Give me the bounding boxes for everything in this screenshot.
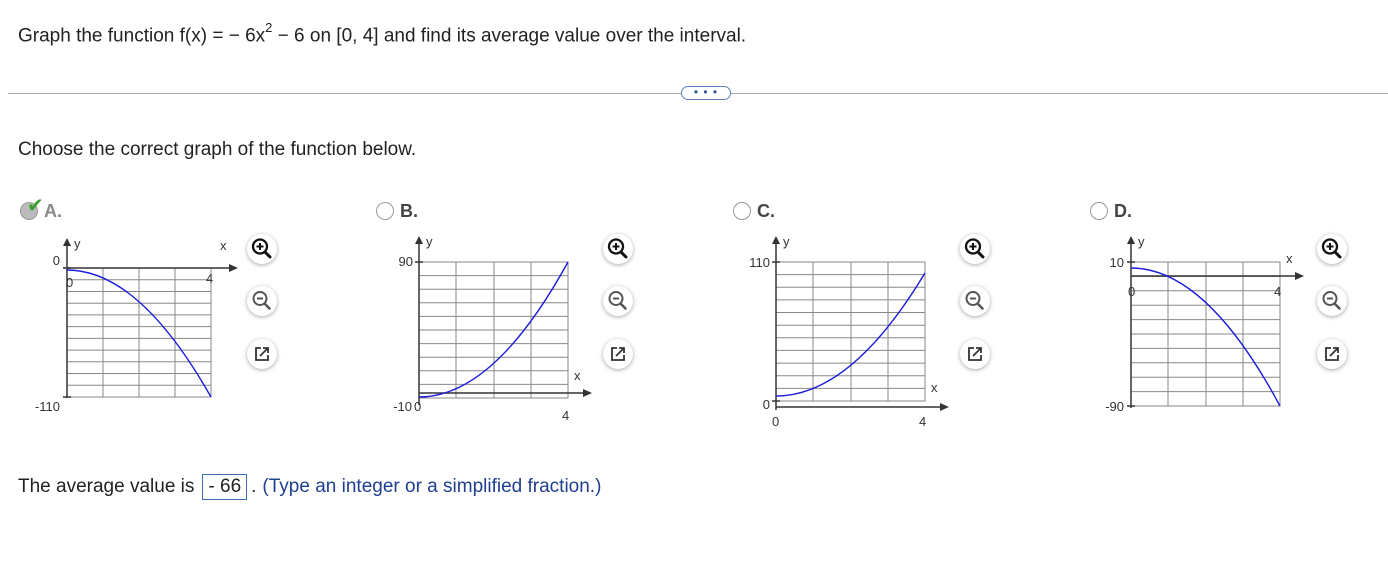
open-graph-button[interactable] [1317, 339, 1347, 369]
y-max-label: 110 [749, 255, 770, 270]
radio-unselected[interactable] [376, 202, 394, 220]
choice-a-radio[interactable]: ✔ A. [20, 196, 62, 222]
open-graph-button[interactable] [960, 339, 990, 369]
choice-d-radio[interactable]: D. [1090, 200, 1132, 222]
x-end-label: 4 [919, 414, 926, 429]
graph-grid [1130, 261, 1281, 407]
zoom-out-button[interactable] [247, 286, 277, 316]
answer-line: The average value is - 66. (Type an inte… [18, 474, 601, 500]
radio-unselected[interactable] [1090, 202, 1108, 220]
y-min-label: -90 [1105, 399, 1124, 414]
x-axis-label: x [1286, 251, 1293, 266]
graph-d: y x 10 -90 0 4 [1105, 234, 1304, 414]
radio-selected[interactable]: ✔ [20, 196, 44, 220]
x-end-label: 4 [1274, 284, 1281, 299]
y-max-label: 0 [53, 253, 60, 268]
x-origin-label: 0 [66, 275, 73, 290]
show-more-button[interactable]: • • • [681, 86, 731, 100]
graph-a: y x 0 -110 0 4 [35, 236, 238, 414]
graph-grid [775, 261, 926, 402]
choice-b-radio[interactable]: B. [376, 200, 418, 222]
graph-b: y x 90 -10 0 4 [393, 234, 592, 423]
y-min-label: -110 [35, 399, 60, 414]
instruction-text: Choose the correct graph of the function… [18, 139, 417, 160]
y-axis-label: y [1138, 234, 1145, 249]
zoom-in-button[interactable] [960, 234, 990, 264]
y-max-label: 90 [399, 254, 413, 269]
radio-unselected[interactable] [733, 202, 751, 220]
x-origin-label: 0 [414, 399, 421, 414]
open-graph-button[interactable] [247, 339, 277, 369]
zoom-out-button[interactable] [603, 286, 633, 316]
question-text: Graph the function f(x) = − 6x2 − 6 on [… [18, 20, 747, 47]
graph-grid [66, 267, 212, 398]
y-min-label: -10 [393, 399, 412, 414]
x-origin-label: 0 [1128, 284, 1135, 299]
graph-axes [415, 236, 592, 405]
x-axis-label: x [574, 368, 581, 383]
y-axis-label: y [783, 234, 790, 249]
choice-c-radio[interactable]: C. [733, 200, 775, 222]
y-max-label: 10 [1110, 255, 1124, 270]
x-axis-label: x [220, 238, 227, 253]
x-end-label: 4 [562, 408, 569, 423]
graph-c: y x 110 0 0 4 [749, 234, 949, 429]
answer-input[interactable]: - 66 [202, 474, 248, 500]
graph-grid [418, 261, 569, 399]
y-axis-label: y [426, 234, 433, 249]
zoom-out-button[interactable] [1317, 286, 1347, 316]
x-end-label: 4 [206, 271, 213, 286]
answer-hint: (Type an integer or a simplified fractio… [262, 476, 602, 497]
open-graph-button[interactable] [603, 339, 633, 369]
x-origin-label: 0 [772, 414, 779, 429]
zoom-in-button[interactable] [603, 234, 633, 264]
y-axis-label: y [74, 236, 81, 251]
x-axis-label: x [931, 380, 938, 395]
checkmark-icon: ✔ [27, 195, 44, 217]
zoom-in-button[interactable] [1317, 234, 1347, 264]
y-min-label: 0 [763, 397, 770, 412]
zoom-in-button[interactable] [247, 234, 277, 264]
zoom-out-button[interactable] [960, 286, 990, 316]
